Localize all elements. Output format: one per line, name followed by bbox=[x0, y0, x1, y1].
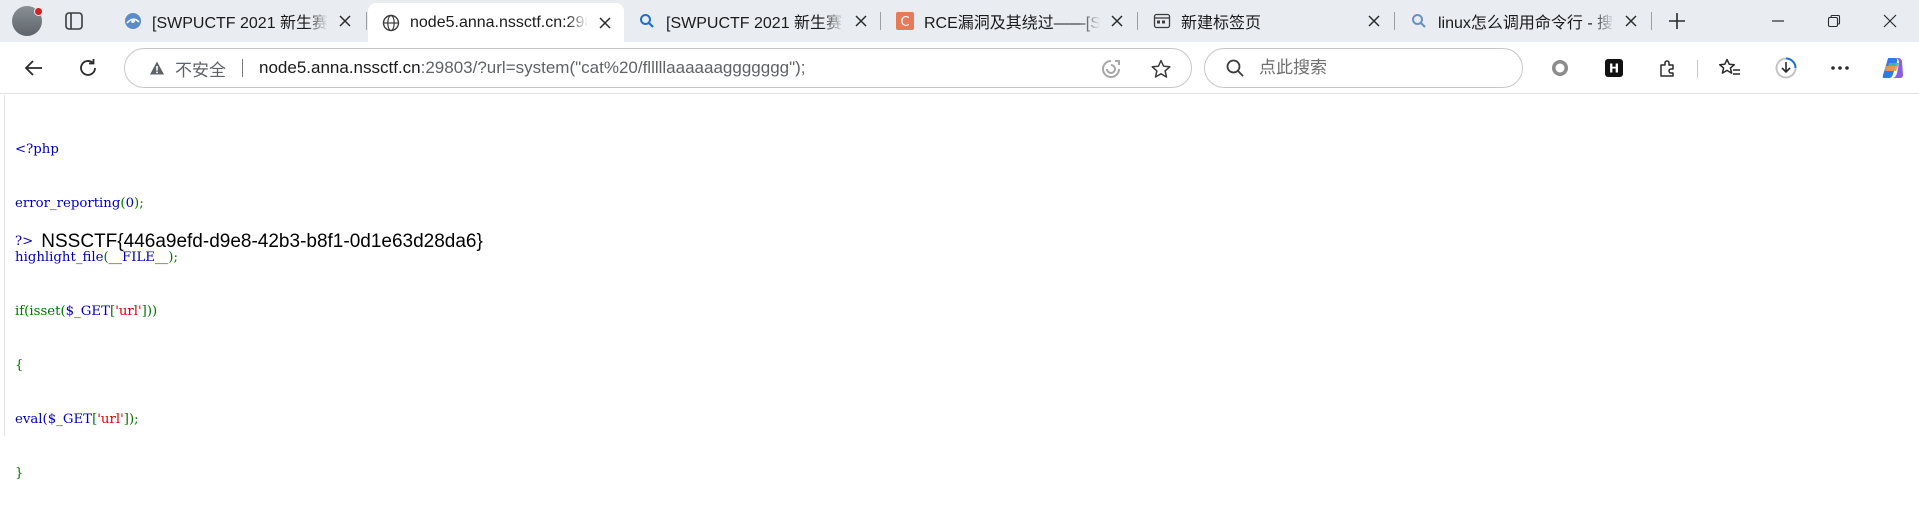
code-token: $_GET bbox=[47, 412, 93, 427]
code-token: $_GET bbox=[65, 304, 110, 319]
tab-rce-bypass[interactable]: C RCE漏洞及其绕过——[SWPUCTF 2021 bbox=[882, 0, 1136, 42]
warning-icon bbox=[150, 61, 164, 75]
url-path: :29803/?url=system("cat%20/flllllaaaaaag… bbox=[420, 58, 806, 77]
svg-text:H: H bbox=[1609, 62, 1619, 76]
code-token: eval( bbox=[15, 412, 48, 427]
swpu-icon bbox=[124, 12, 142, 30]
back-button[interactable] bbox=[18, 53, 50, 83]
copilot-icon[interactable] bbox=[1877, 53, 1909, 83]
close-tab-icon[interactable] bbox=[1620, 10, 1642, 32]
php-source-code: <?php error_reporting(0); highlight_file… bbox=[15, 105, 178, 519]
security-label[interactable]: 不安全 bbox=[175, 56, 226, 81]
url-host: node5.anna.nssctf.cn bbox=[259, 58, 421, 77]
tab-swpu-easyrce[interactable]: [SWPUCTF 2021 新生赛]easyrce bbox=[624, 0, 880, 42]
command-output: ?> NSSCTF{446a9efd-d9e8-42b3-b8f1-0d1e63d… bbox=[15, 231, 483, 253]
record-extension-icon[interactable] bbox=[1544, 53, 1576, 83]
close-tab-icon[interactable] bbox=[334, 10, 356, 32]
search-box[interactable] bbox=[1204, 48, 1523, 88]
favorites-list-icon[interactable] bbox=[1714, 53, 1746, 83]
toolbar-separator bbox=[1697, 60, 1698, 78]
code-token: if(isset( bbox=[15, 304, 66, 319]
h-extension-icon[interactable]: H bbox=[1598, 53, 1630, 83]
close-window-button[interactable] bbox=[1862, 0, 1918, 42]
tab-linux-search[interactable]: linux怎么调用命令行 - 搜索 bbox=[1396, 0, 1650, 42]
tab-swpu-easy-sql[interactable]: [SWPUCTF 2021 新生赛]easy_sql bbox=[110, 0, 364, 42]
extensions-puzzle-icon[interactable] bbox=[1652, 53, 1684, 83]
plus-icon bbox=[1669, 13, 1685, 29]
tab-strip: [SWPUCTF 2021 新生赛]easy_sql node5.anna.ns… bbox=[0, 0, 1919, 42]
close-tab-icon[interactable] bbox=[1363, 10, 1385, 32]
tab-node5-active[interactable]: node5.anna.nssctf.cn:29803/?url=system("… bbox=[368, 3, 624, 42]
close-tab-icon[interactable] bbox=[850, 10, 872, 32]
more-menu-icon[interactable] bbox=[1824, 53, 1856, 83]
search-icon bbox=[1226, 59, 1244, 77]
minimize-icon bbox=[1772, 20, 1784, 22]
tab-title: [SWPUCTF 2021 新生赛]easyrce bbox=[666, 15, 844, 32]
csdn-icon: C bbox=[896, 12, 914, 30]
notification-dot bbox=[34, 7, 43, 16]
address-bar[interactable]: 不安全 node5.anna.nssctf.cn:29803/?url=syst… bbox=[124, 48, 1192, 88]
newtab-icon bbox=[1153, 12, 1171, 30]
tab-actions-icon[interactable] bbox=[60, 8, 88, 34]
tab-separator bbox=[880, 12, 881, 30]
minimize-button[interactable] bbox=[1750, 0, 1806, 42]
tab-title: [SWPUCTF 2021 新生赛]easy_sql bbox=[152, 15, 328, 32]
code-token: ])) bbox=[141, 304, 158, 319]
back-arrow-icon bbox=[24, 60, 42, 76]
code-token: { bbox=[15, 358, 24, 373]
tab-separator bbox=[1394, 12, 1395, 30]
code-token: error_reporting bbox=[15, 196, 121, 211]
url-text[interactable]: node5.anna.nssctf.cn:29803/?url=system("… bbox=[259, 58, 806, 78]
new-tab-button[interactable] bbox=[1663, 7, 1691, 35]
code-token: ]); bbox=[123, 412, 139, 427]
close-icon bbox=[1883, 14, 1897, 28]
svg-text:C: C bbox=[900, 15, 909, 30]
address-divider bbox=[242, 59, 243, 77]
globe-icon bbox=[382, 14, 400, 32]
page-content: <?php error_reporting(0); highlight_file… bbox=[4, 95, 1919, 481]
code-token: } bbox=[15, 466, 24, 481]
php-open-tag: <?php bbox=[15, 142, 59, 157]
tab-separator bbox=[366, 12, 367, 30]
tab-title: linux怎么调用命令行 - 搜索 bbox=[1438, 15, 1614, 32]
refresh-icon bbox=[80, 59, 96, 76]
tab-title: RCE漏洞及其绕过——[SWPUCTF 2021 bbox=[924, 15, 1100, 32]
search-icon bbox=[638, 12, 656, 30]
code-token: ); bbox=[134, 196, 144, 211]
downloads-icon[interactable] bbox=[1770, 53, 1802, 83]
php-close-tag: ?> bbox=[15, 234, 34, 249]
favorite-star-icon[interactable] bbox=[1149, 58, 1173, 80]
read-aloud-icon[interactable] bbox=[1099, 58, 1123, 80]
close-tab-icon[interactable] bbox=[1106, 10, 1128, 32]
tab-title: node5.anna.nssctf.cn:29803/?url=system("… bbox=[410, 13, 588, 31]
flag-output: NSSCTF{446a9efd-d9e8-42b3-b8f1-0d1e63d28… bbox=[41, 231, 483, 252]
search-input[interactable] bbox=[1259, 58, 1509, 78]
code-token: 0 bbox=[125, 196, 135, 211]
tab-separator bbox=[1137, 12, 1138, 30]
close-tab-icon[interactable] bbox=[594, 12, 616, 34]
profile-avatar[interactable] bbox=[12, 6, 43, 36]
code-token: 'url' bbox=[97, 412, 124, 427]
tab-new-tab[interactable]: 新建标签页 bbox=[1139, 0, 1393, 42]
code-token: 'url' bbox=[115, 304, 142, 319]
search-icon bbox=[1410, 12, 1428, 30]
restore-icon bbox=[1827, 14, 1841, 28]
restore-button[interactable] bbox=[1806, 0, 1862, 42]
navigation-toolbar: 不安全 node5.anna.nssctf.cn:29803/?url=syst… bbox=[0, 42, 1919, 94]
refresh-button[interactable] bbox=[72, 53, 104, 83]
tab-title: 新建标签页 bbox=[1181, 15, 1262, 32]
tab-separator bbox=[1651, 12, 1652, 30]
